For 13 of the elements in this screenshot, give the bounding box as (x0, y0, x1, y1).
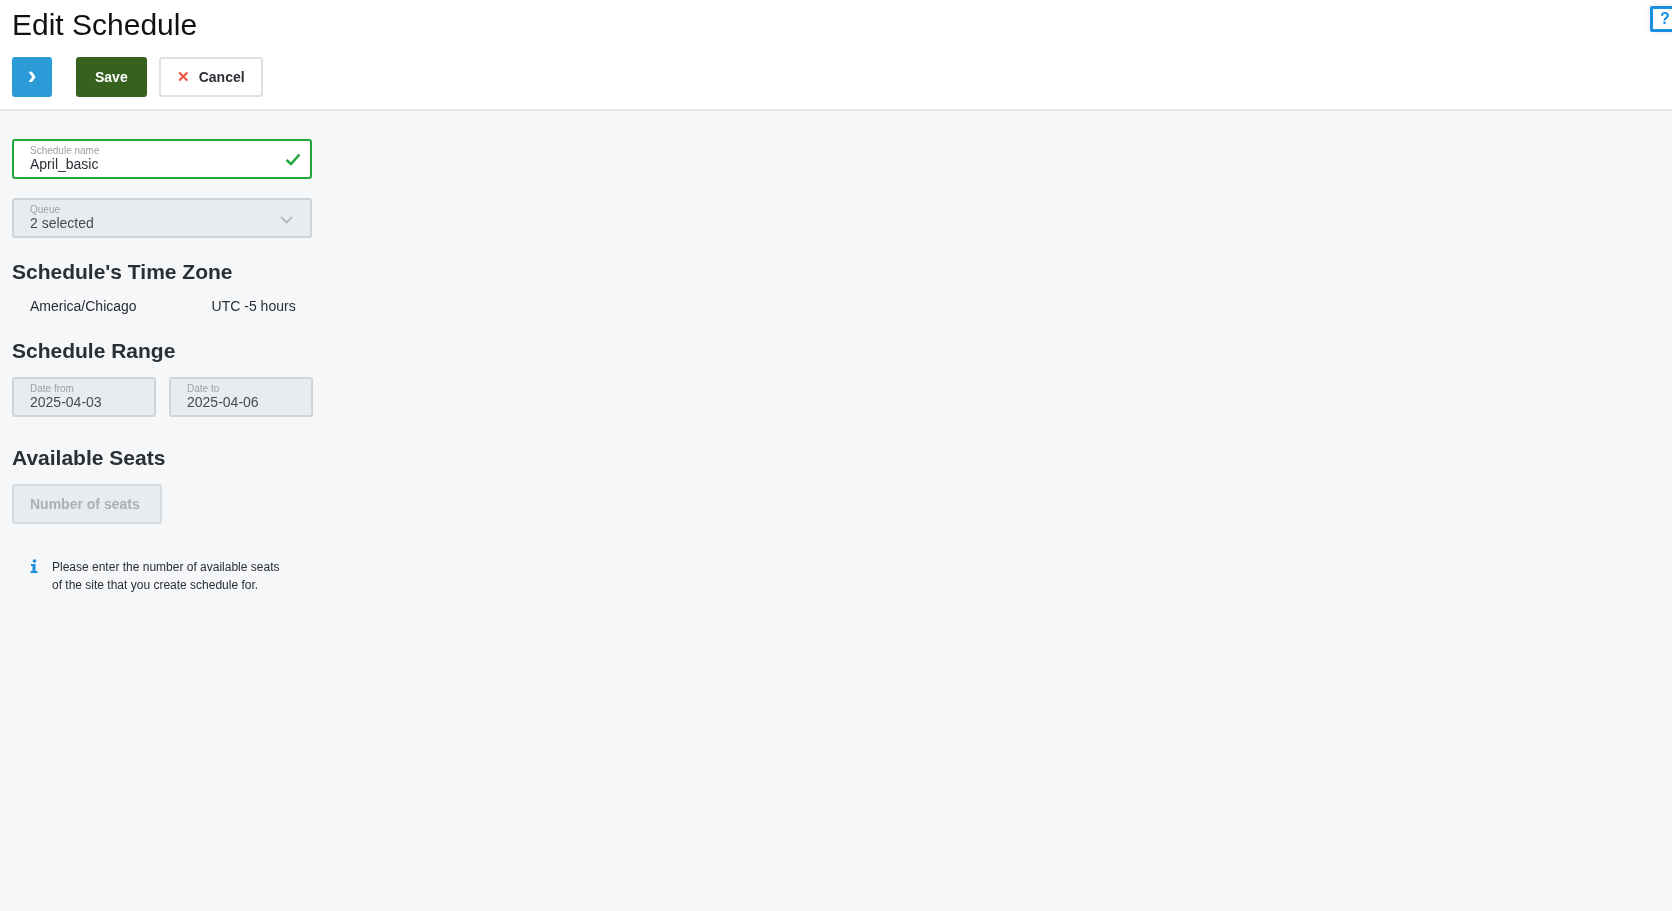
time-zone-name: America/Chicago (30, 298, 137, 314)
info-icon (30, 559, 38, 573)
chevron-down-icon (280, 216, 293, 224)
schedule-name-field[interactable]: Schedule name April_basic (12, 139, 312, 179)
section-heading: Schedule Range (12, 339, 176, 363)
section-heading: Schedule's Time Zone (12, 260, 233, 284)
info-text: Please enter the number of available seats of the site that you create schedule for. (52, 559, 281, 594)
save-button[interactable]: Save (76, 57, 147, 97)
page-title: Edit Schedule (12, 8, 199, 42)
cancel-button[interactable]: ✕ Cancel (158, 57, 263, 97)
utc-offset: UTC -5 hours (211, 298, 296, 314)
check-icon (285, 153, 301, 166)
section-heading: Available Seats (12, 446, 166, 470)
